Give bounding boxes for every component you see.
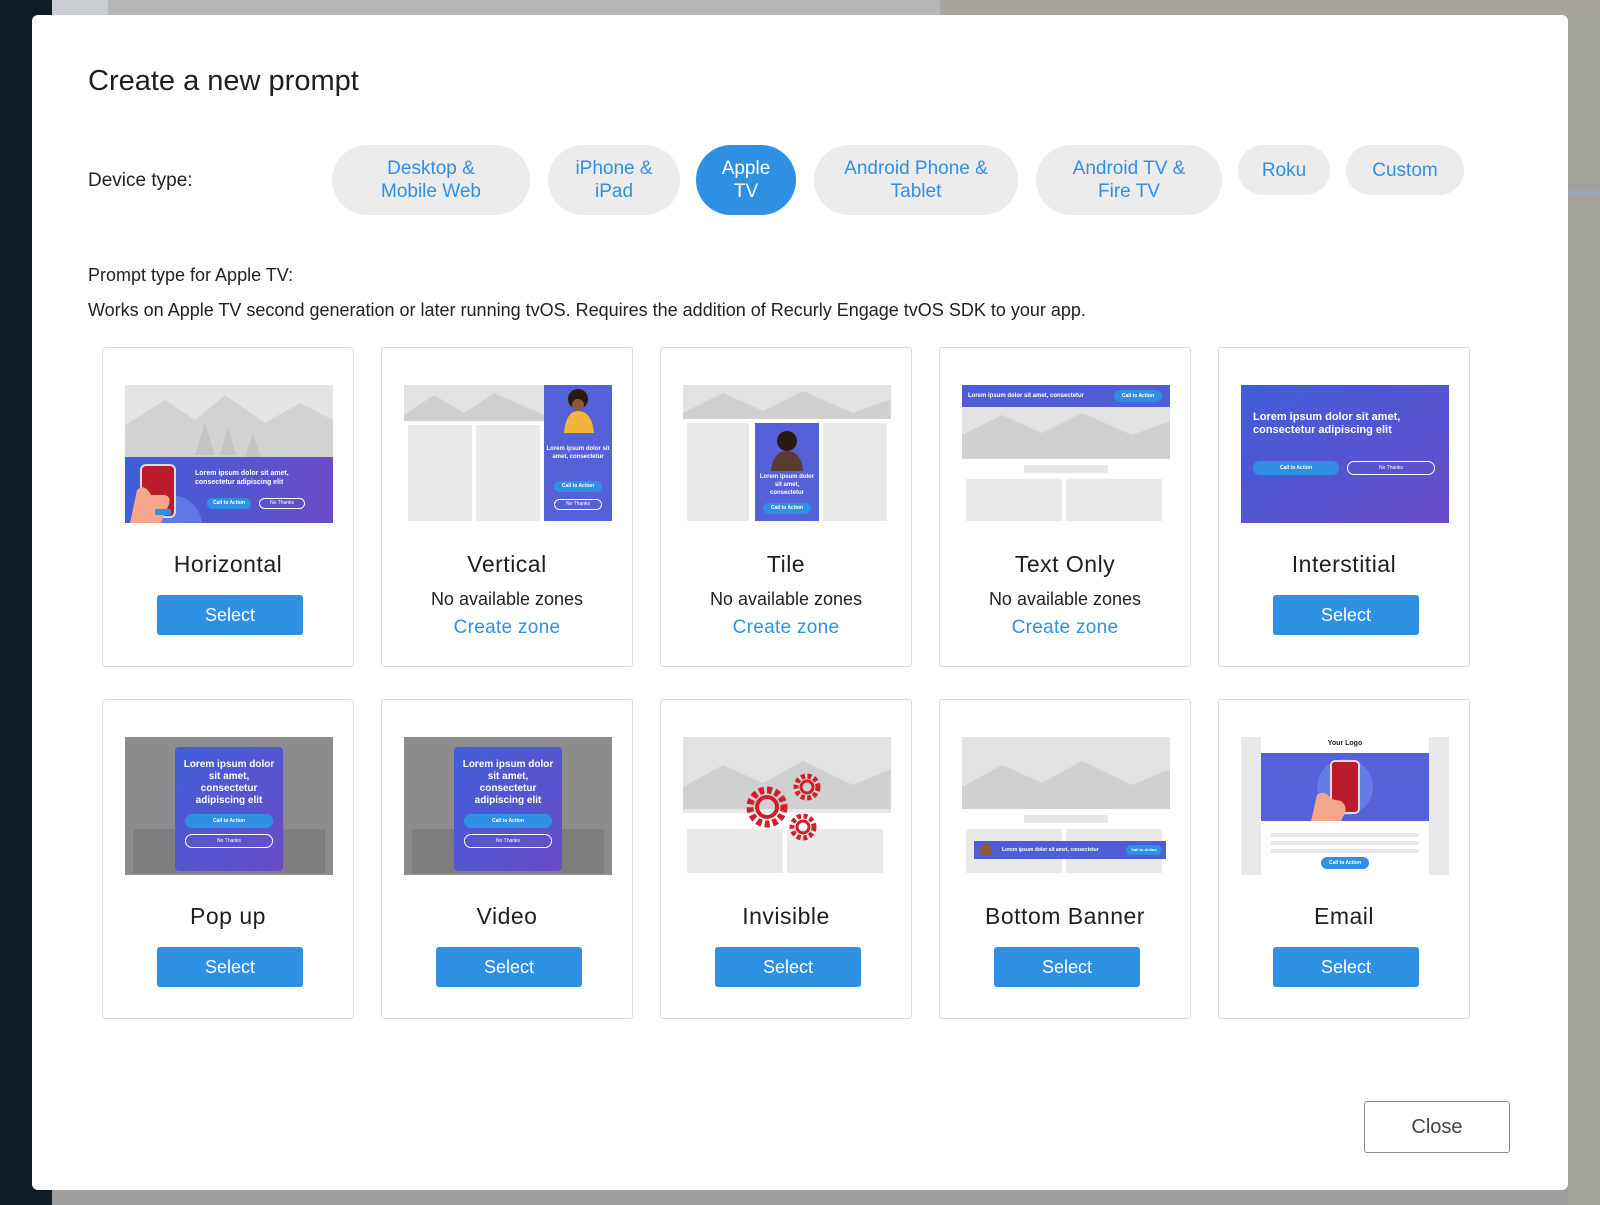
- no-zones-text: No available zones: [988, 589, 1142, 609]
- thumb-lorem-text: Lorem ipsum dolor sit amet, consectetur: [546, 446, 610, 460]
- prompt-name: Pop up: [190, 903, 266, 929]
- prompt-card-email: Your Logo Call to Action Email Select: [1218, 699, 1470, 1019]
- prompt-name: Vertical: [467, 551, 547, 577]
- thumb-cta: Call to Action: [207, 498, 251, 509]
- bottom-banner-preview: Lorem ipsum dolor sit amet, consectetur …: [962, 737, 1170, 875]
- thumb-no-thanks: No Thanks: [1347, 461, 1435, 475]
- prompt-card-text-only: Lorem ipsum dolor sit amet, consectetur …: [939, 347, 1191, 667]
- prompt-name: Video: [476, 903, 538, 929]
- backdrop-strip: [940, 0, 1600, 16]
- prompt-name: Tile: [766, 551, 806, 577]
- thumb-no-thanks: No Thanks: [185, 834, 273, 848]
- thumb-cta: Call to Action: [1253, 461, 1339, 475]
- device-tab-iphone-ipad[interactable]: iPhone & iPad: [548, 145, 680, 215]
- popup-preview: Lorem ipsum dolor sit amet, consectetur …: [125, 737, 333, 875]
- select-bottom-banner-button[interactable]: Select: [994, 947, 1140, 987]
- prompt-type-heading: Prompt type for Apple TV:: [88, 265, 294, 285]
- prompt-card-horizontal: Lorem ipsum dolor sit amet, consectetur …: [102, 347, 354, 667]
- horizontal-banner-preview: Lorem ipsum dolor sit amet, consectetur …: [125, 385, 333, 523]
- thumb-lorem-text: Lorem ipsum dolor sit amet, consectetur …: [183, 759, 275, 806]
- device-tab-apple-tv[interactable]: Apple TV: [696, 145, 796, 215]
- tile-preview: Lorem ipsum dolor sit amet, consectetur …: [683, 385, 891, 523]
- prompt-card-invisible: Invisible Select: [660, 699, 912, 1019]
- thumb-your-logo: Your Logo: [1327, 740, 1363, 747]
- text-only-bar-preview: Lorem ipsum dolor sit amet, consectetur …: [962, 385, 1170, 523]
- video-popup-preview: Lorem ipsum dolor sit amet, consectetur …: [404, 737, 612, 875]
- close-button[interactable]: Close: [1364, 1101, 1510, 1153]
- create-zone-link-text-only[interactable]: Create zone: [940, 617, 1190, 639]
- prompt-name: Email: [1313, 903, 1374, 929]
- prompt-card-vertical: Lorem ipsum dolor sit amet, consectetur …: [381, 347, 633, 667]
- thumb-cta: Call to Action: [1321, 857, 1369, 869]
- device-tab-android-phone-tablet[interactable]: Android Phone & Tablet: [814, 145, 1018, 215]
- device-tab-desktop-mobile-web[interactable]: Desktop & Mobile Web: [332, 145, 530, 215]
- thumb-cta: Call to Action: [464, 814, 552, 828]
- prompt-name: Text Only: [1014, 551, 1116, 577]
- interstitial-preview: Lorem ipsum dolor sit amet, consectetur …: [1241, 385, 1449, 523]
- email-preview: Your Logo Call to Action: [1241, 737, 1449, 875]
- thumb-cta: Call to Action: [1126, 845, 1162, 855]
- select-email-button[interactable]: Select: [1273, 947, 1419, 987]
- thumb-cta: Call to Action: [554, 481, 602, 492]
- select-horizontal-button[interactable]: Select: [157, 595, 303, 635]
- thumb-no-thanks: No Thanks: [464, 834, 552, 848]
- prompt-card-pop-up: Lorem ipsum dolor sit amet, consectetur …: [102, 699, 354, 1019]
- thumb-cta: Call to Action: [763, 503, 811, 514]
- thumb-lorem-text: Lorem ipsum dolor sit amet, consectetur …: [1253, 411, 1401, 436]
- thumb-lorem-text: Lorem ipsum dolor sit amet, consectetur …: [462, 759, 554, 806]
- modal-title: Create a new prompt: [88, 65, 359, 97]
- prompt-card-interstitial: Lorem ipsum dolor sit amet, consectetur …: [1218, 347, 1470, 667]
- prompt-card-video: Lorem ipsum dolor sit amet, consectetur …: [381, 699, 633, 1019]
- prompt-name: Horizontal: [173, 551, 283, 577]
- select-video-button[interactable]: Select: [436, 947, 582, 987]
- thumb-lorem-text: Lorem ipsum dolor sit amet, consectetur: [759, 474, 815, 496]
- thumb-no-thanks: No Thanks: [259, 498, 305, 509]
- prompt-type-description: Works on Apple TV second generation or l…: [88, 300, 1086, 320]
- device-type-label: Device type:: [88, 170, 193, 191]
- thumb-cta: Call to Action: [1114, 390, 1162, 402]
- thumb-no-thanks: No Thanks: [554, 499, 602, 510]
- device-tab-roku[interactable]: Roku: [1238, 145, 1330, 195]
- prompt-name: Bottom Banner: [985, 903, 1145, 929]
- vertical-sidebar-preview: Lorem ipsum dolor sit amet, consectetur …: [404, 385, 612, 523]
- create-zone-link-tile[interactable]: Create zone: [661, 617, 911, 639]
- thumb-lorem-text: Lorem ipsum dolor sit amet, consectetur …: [195, 470, 289, 486]
- prompt-name: Invisible: [742, 903, 830, 929]
- no-zones-text: No available zones: [430, 589, 584, 609]
- select-interstitial-button[interactable]: Select: [1273, 595, 1419, 635]
- prompt-name: Interstitial: [1291, 551, 1397, 577]
- select-invisible-button[interactable]: Select: [715, 947, 861, 987]
- select-pop-up-button[interactable]: Select: [157, 947, 303, 987]
- create-prompt-modal: Create a new prompt Device type: Desktop…: [32, 15, 1568, 1190]
- device-tab-android-tv-fire-tv[interactable]: Android TV & Fire TV: [1036, 145, 1222, 215]
- backdrop-strip: [52, 0, 108, 16]
- prompt-card-bottom-banner: Lorem ipsum dolor sit amet, consectetur …: [939, 699, 1191, 1019]
- no-zones-text: No available zones: [709, 589, 863, 609]
- gears-preview: [683, 737, 891, 875]
- thumb-lorem-text: Lorem ipsum dolor sit amet, consectetur: [1002, 847, 1099, 853]
- device-tab-custom[interactable]: Custom: [1346, 145, 1464, 195]
- backdrop-strip: [108, 0, 940, 16]
- backdrop-strip: [1568, 190, 1600, 195]
- create-zone-link-vertical[interactable]: Create zone: [382, 617, 632, 639]
- thumb-lorem-text: Lorem ipsum dolor sit amet, consectetur: [968, 393, 1085, 399]
- prompt-card-tile: Lorem ipsum dolor sit amet, consectetur …: [660, 347, 912, 667]
- thumb-cta: Call to Action: [185, 814, 273, 828]
